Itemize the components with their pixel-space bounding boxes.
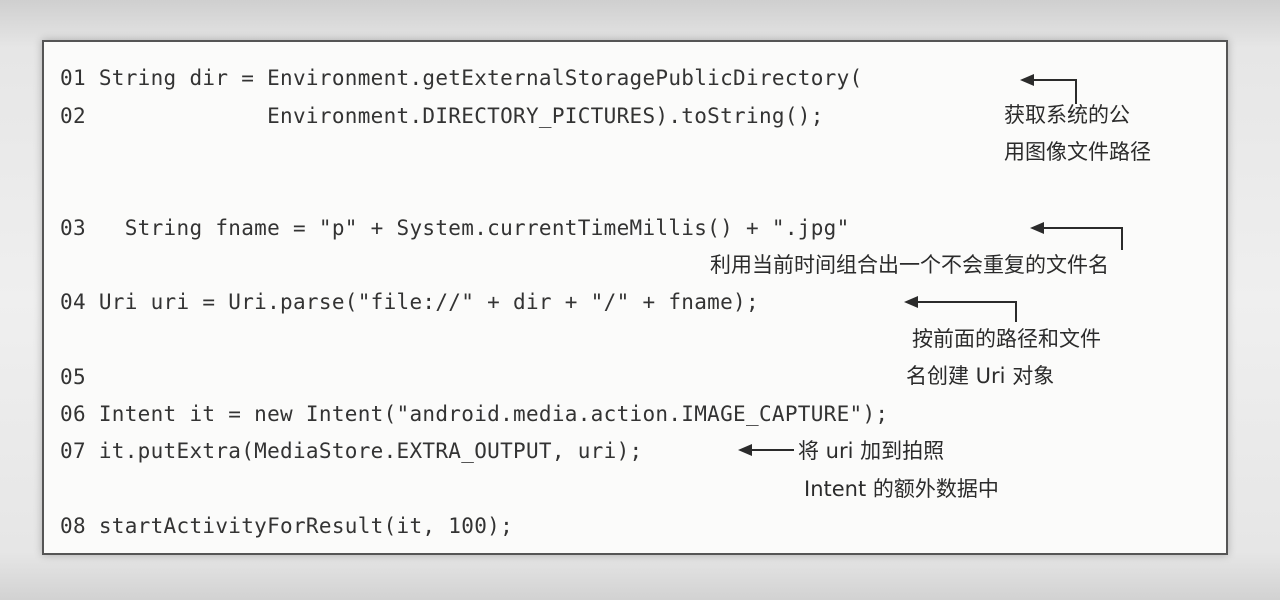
code-text: Uri uri = Uri.parse("file://" + dir + "/… — [98, 290, 759, 314]
line-number: 01 — [60, 66, 86, 90]
code-text: Environment.DIRECTORY_PICTURES).toString… — [98, 104, 824, 128]
code-line-02: 02 Environment.DIRECTORY_PICTURES).toStr… — [60, 104, 824, 128]
code-text: startActivityForResult(it, 100); — [98, 514, 514, 538]
annotation-put-extra-line1: 将 uri 加到拍照 — [798, 439, 945, 463]
annotation-create-uri-line2: 名创建 Uri 对象 — [906, 364, 1055, 388]
code-text: it.putExtra(MediaStore.EXTRA_OUTPUT, uri… — [98, 439, 643, 463]
code-text: String fname = "p" + System.currentTimeM… — [98, 216, 850, 240]
code-text: String dir = Environment.getExternalStor… — [98, 66, 863, 90]
line-number: 02 — [60, 104, 86, 128]
line-number: 04 — [60, 290, 86, 314]
line-number: 07 — [60, 439, 86, 463]
code-line-03: 03 String fname = "p" + System.currentTi… — [60, 216, 850, 240]
code-line-06: 06 Intent it = new Intent("android.media… — [60, 402, 888, 426]
annotation-create-uri-line1: 按前面的路径和文件 — [912, 327, 1101, 351]
line-number: 06 — [60, 402, 86, 426]
line-number: 03 — [60, 216, 86, 240]
code-line-05: 05 — [60, 365, 99, 389]
annotation-public-dir-line2: 用图像文件路径 — [1004, 140, 1151, 164]
annotation-unique-filename: 利用当前时间组合出一个不会重复的文件名 — [710, 253, 1109, 277]
code-line-08: 08 startActivityForResult(it, 100); — [60, 514, 513, 538]
code-line-07: 07 it.putExtra(MediaStore.EXTRA_OUTPUT, … — [60, 439, 642, 463]
annotation-put-extra-line2: Intent 的额外数据中 — [804, 477, 999, 501]
line-number: 08 — [60, 514, 86, 538]
line-number: 05 — [60, 365, 86, 389]
code-line-04: 04 Uri uri = Uri.parse("file://" + dir +… — [60, 290, 759, 314]
code-text: Intent it = new Intent("android.media.ac… — [98, 402, 889, 426]
code-line-01: 01 String dir = Environment.getExternalS… — [60, 66, 862, 90]
annotation-public-dir-line1: 获取系统的公 — [1004, 103, 1130, 127]
